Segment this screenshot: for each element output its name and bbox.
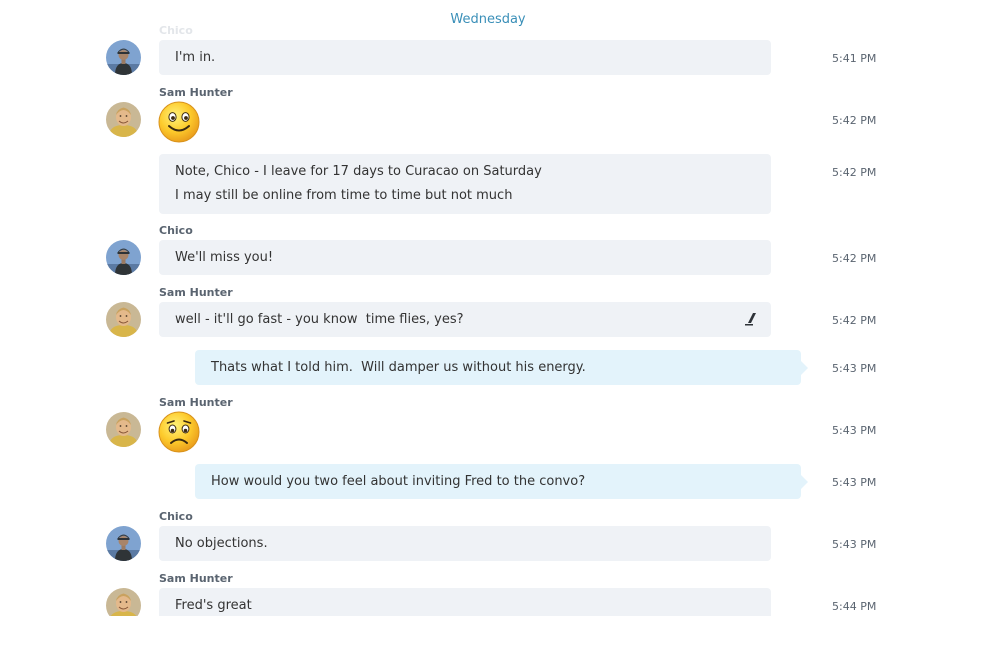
message-text: We'll miss you!	[175, 250, 274, 265]
message-text: No objections.	[175, 536, 268, 551]
message-bubble[interactable]: I'm in.	[159, 40, 771, 75]
person-photo-icon	[106, 588, 141, 616]
sad-emoticon-icon[interactable]	[158, 411, 200, 453]
message-text: I'm in.	[175, 50, 216, 65]
message-bubble[interactable]: No objections.	[159, 526, 771, 561]
message-bubble[interactable]: Note, Chico - I leave for 17 days to Cur…	[159, 154, 771, 214]
message-timestamp: 5:42 PM	[832, 166, 877, 179]
avatar-chico[interactable]	[106, 240, 141, 275]
bubble-tail	[801, 475, 808, 489]
sender-name: Chico	[159, 510, 193, 523]
message-timestamp: 5:41 PM	[832, 52, 877, 65]
person-photo-icon	[106, 526, 141, 561]
edited-pencil-icon[interactable]	[745, 312, 757, 326]
sender-name: Chico	[159, 24, 193, 37]
message-timestamp: 5:42 PM	[832, 252, 877, 265]
message-timestamp: 5:43 PM	[832, 476, 877, 489]
avatar-sam-hunter[interactable]	[106, 412, 141, 447]
message-text: Fred's great	[175, 598, 252, 613]
outgoing-message-bubble[interactable]: How would you two feel about inviting Fr…	[195, 464, 808, 499]
bubble-tail	[801, 361, 808, 375]
sender-name: Chico	[159, 224, 193, 237]
message-timestamp: 5:44 PM	[832, 600, 877, 613]
message-bubble[interactable]: We'll miss you!	[159, 240, 771, 275]
person-photo-icon	[106, 412, 141, 447]
person-photo-icon	[106, 40, 141, 75]
message-timestamp: 5:43 PM	[832, 362, 877, 375]
avatar-chico[interactable]	[106, 40, 141, 75]
message-text: I may still be online from time to time …	[175, 188, 513, 203]
message-timestamp: 5:43 PM	[832, 424, 877, 437]
message-text: Thats what I told him. Will damper us wi…	[211, 360, 586, 375]
sender-name: Sam Hunter	[159, 572, 233, 585]
avatar-sam-hunter[interactable]	[106, 588, 141, 616]
sender-name: Sam Hunter	[159, 86, 233, 99]
message-timestamp: 5:43 PM	[832, 538, 877, 551]
message-text: well - it'll go fast - you know time fli…	[175, 312, 464, 327]
chat-history[interactable]: Wednesday Chico I'm in. 5:41 PM Sam Hunt…	[0, 0, 981, 616]
avatar-sam-hunter[interactable]	[106, 102, 141, 137]
day-separator: Wednesday	[450, 12, 526, 27]
message-timestamp: 5:42 PM	[832, 314, 877, 327]
sender-name: Sam Hunter	[159, 396, 233, 409]
message-bubble[interactable]: Fred's great	[159, 588, 771, 616]
avatar-chico[interactable]	[106, 526, 141, 561]
smile-emoticon-icon[interactable]	[158, 101, 200, 143]
person-photo-icon	[106, 102, 141, 137]
outgoing-message-bubble[interactable]: Thats what I told him. Will damper us wi…	[195, 350, 808, 385]
message-text: How would you two feel about inviting Fr…	[211, 474, 586, 489]
message-bubble[interactable]: well - it'll go fast - you know time fli…	[159, 302, 771, 337]
avatar-sam-hunter[interactable]	[106, 302, 141, 337]
message-timestamp: 5:42 PM	[832, 114, 877, 127]
sender-name: Sam Hunter	[159, 286, 233, 299]
person-photo-icon	[106, 240, 141, 275]
message-text: Note, Chico - I leave for 17 days to Cur…	[175, 164, 542, 179]
person-photo-icon	[106, 302, 141, 337]
